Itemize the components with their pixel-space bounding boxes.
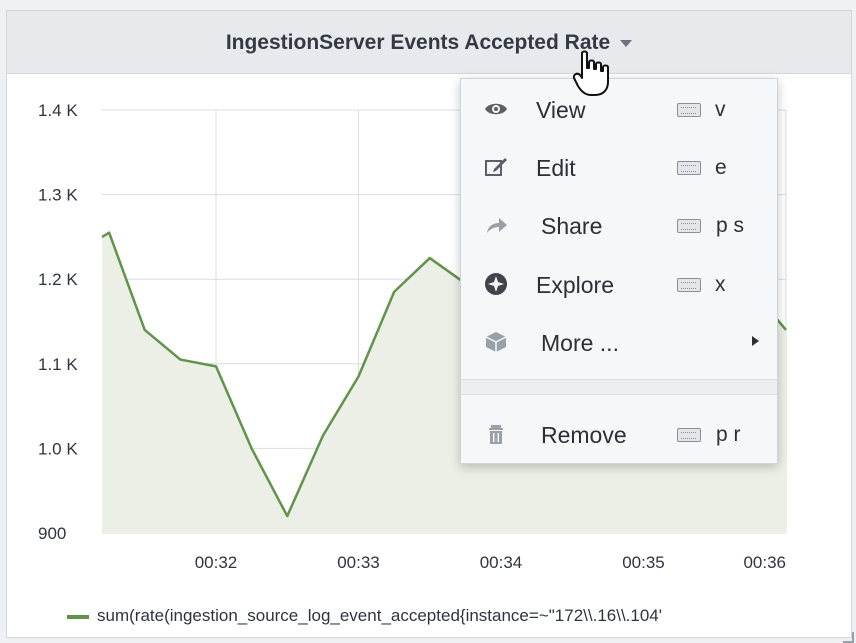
menu-item-label: Edit [536,155,576,181]
share-icon [487,218,507,233]
keyboard-icon [677,161,701,175]
cube-icon [485,332,507,352]
x-tick-label: 00:34 [480,553,523,572]
chevron-right-icon [752,336,759,346]
trash-icon [489,425,503,444]
menu-item-edit[interactable]: Edit e [461,142,777,192]
keyboard-icon [677,219,701,233]
menu-item-remove[interactable]: Remove p r [461,409,777,459]
menu-item-shortcut: p r [716,423,741,446]
menu-divider [461,379,777,395]
edit-icon [485,158,507,176]
menu-item-label: Explore [536,272,614,298]
menu-item-view[interactable]: View v [461,84,777,134]
y-tick-label: 900 [38,524,66,543]
x-tick-label: 00:35 [622,553,665,572]
menu-item-label: Share [541,213,603,239]
x-tick-label: 00:36 [743,553,786,572]
eye-icon [485,103,507,115]
panel-context-menu: View v Edit e Share p s Explore x More .… [460,78,778,464]
x-tick-label: 00:33 [337,553,380,572]
menu-item-shortcut: x [715,273,726,296]
y-tick-label: 1.3 K [38,186,78,205]
menu-item-label: More ... [541,330,619,356]
menu-item-shortcut: v [715,98,726,121]
compass-icon [485,273,507,295]
menu-item-explore[interactable]: Explore x [461,259,777,309]
menu-item-label: View [536,97,586,123]
keyboard-icon [677,428,701,442]
y-tick-label: 1.0 K [38,439,78,458]
menu-item-more[interactable]: More ... [461,317,777,367]
pointer-hand-cursor-icon [572,50,609,96]
y-tick-label: 1.1 K [38,355,78,374]
menu-item-label: Remove [541,422,627,448]
menu-item-shortcut: e [715,156,727,179]
y-tick-label: 1.2 K [38,270,78,289]
x-tick-label: 00:32 [195,553,238,572]
keyboard-icon [677,278,701,292]
keyboard-icon [677,103,701,117]
y-tick-label: 1.4 K [38,101,78,120]
menu-item-shortcut: p s [716,214,745,237]
menu-item-share[interactable]: Share p s [461,200,777,250]
